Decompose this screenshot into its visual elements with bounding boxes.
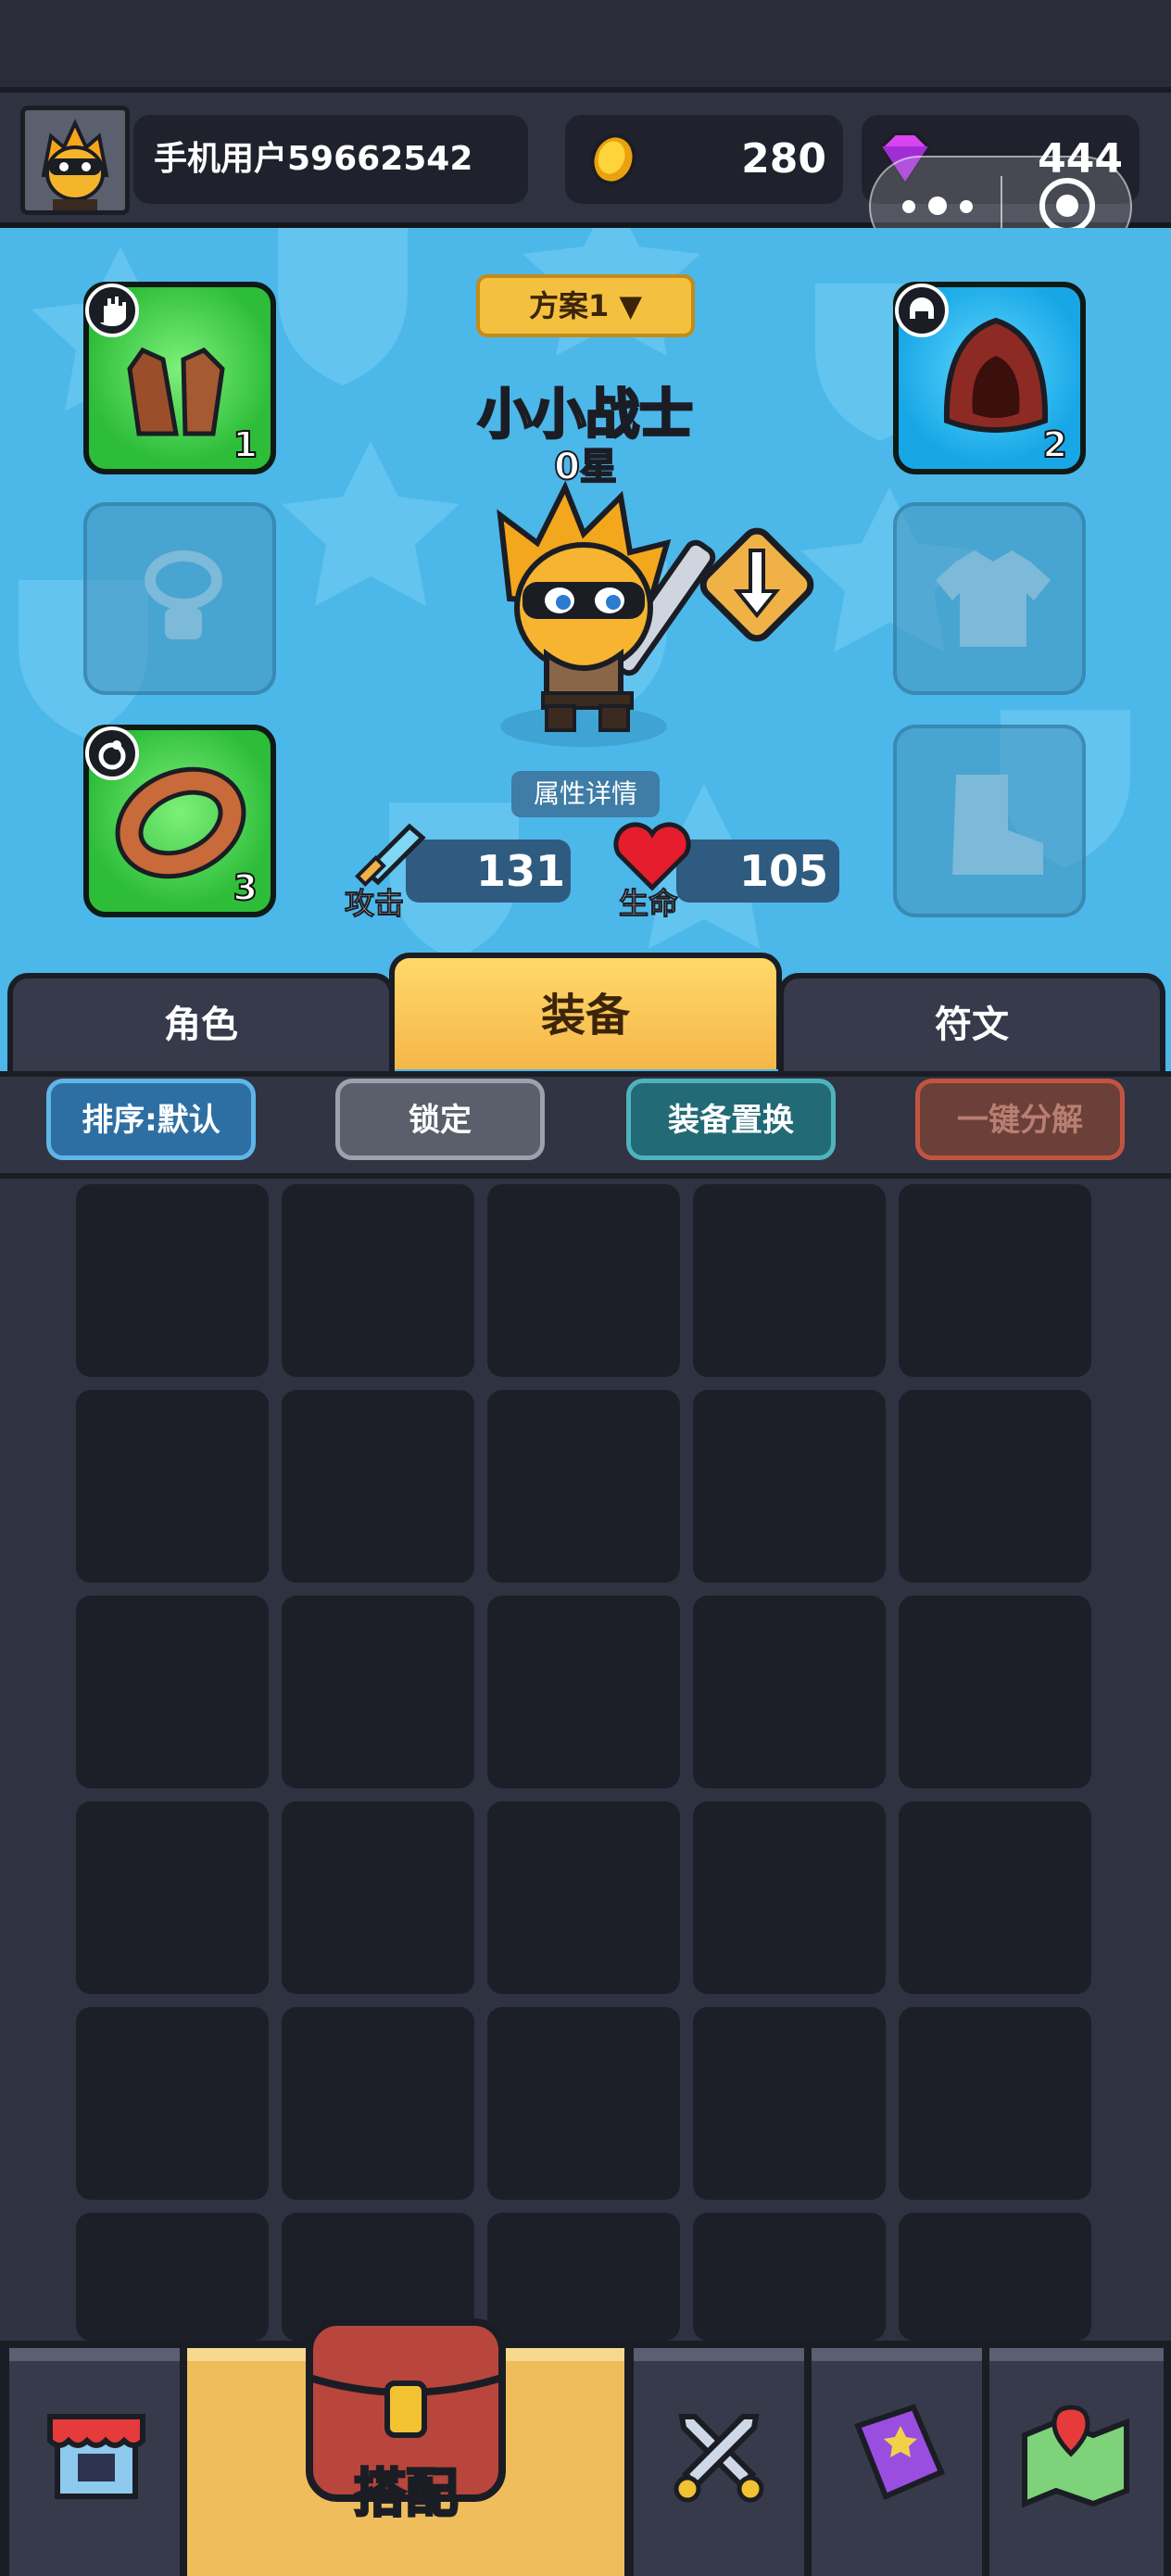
hood-count: 2 <box>1042 423 1068 466</box>
inventory-slot[interactable] <box>76 1801 269 1994</box>
plan-selector[interactable]: 方案1 ▼ <box>476 274 695 337</box>
inventory-slot[interactable] <box>487 1184 680 1377</box>
tab-equipment[interactable]: 装备 <box>389 953 782 1069</box>
boots-slot[interactable] <box>893 725 1086 917</box>
inventory-slot[interactable] <box>693 1596 886 1788</box>
inventory-slot[interactable] <box>76 2007 269 2200</box>
necklace-slot[interactable] <box>83 502 276 695</box>
weapon-slot[interactable] <box>687 515 826 654</box>
inventory-slot[interactable] <box>76 2213 269 2341</box>
more-dot-icon[interactable] <box>902 200 915 213</box>
crossed-swords-icon <box>674 2414 764 2503</box>
inventory-slot[interactable] <box>487 2007 680 2200</box>
tab-role[interactable]: 角色 <box>7 973 395 1071</box>
gloves-slot[interactable]: 1 <box>83 282 276 474</box>
nav-map[interactable] <box>989 2348 1164 2576</box>
inventory-slot[interactable] <box>899 1596 1091 1788</box>
hero-name: 小小战士 <box>476 382 694 448</box>
armor-slot[interactable] <box>893 502 1086 695</box>
shop-icon <box>47 2414 145 2499</box>
hero-avatar-icon <box>25 110 125 210</box>
inventory-slot[interactable] <box>899 2213 1091 2341</box>
inventory-slot[interactable] <box>693 2213 886 2341</box>
ring-slot[interactable]: 3 <box>83 725 276 917</box>
tab-runes[interactable]: 符文 <box>778 973 1165 1071</box>
nav-shop[interactable] <box>9 2348 180 2576</box>
player-avatar[interactable] <box>20 106 130 215</box>
leather-gloves-icon <box>127 347 225 436</box>
attribute-details-button[interactable]: 属性详情 <box>511 771 660 817</box>
helmet-slot[interactable]: 2 <box>893 282 1086 474</box>
necklace-placeholder-icon <box>145 550 222 639</box>
close-miniprogram-icon[interactable] <box>1039 178 1095 234</box>
inventory-slot[interactable] <box>899 2007 1091 2200</box>
gold-coin-icon <box>590 133 636 185</box>
inventory-slot[interactable] <box>282 1801 474 1994</box>
spellbook-icon <box>854 2404 945 2500</box>
gold-amount: 280 <box>741 135 826 183</box>
nav-battle[interactable] <box>634 2348 804 2576</box>
inventory-slot[interactable] <box>693 2007 886 2200</box>
inventory-slot[interactable] <box>282 2007 474 2200</box>
inventory-slot[interactable] <box>899 1390 1091 1583</box>
inventory-slot[interactable] <box>282 1184 474 1377</box>
attack-label: 攻击 <box>344 886 405 922</box>
equipment-swap-button[interactable]: 装备置换 <box>626 1079 836 1160</box>
more-dot-icon[interactable] <box>960 200 973 213</box>
lock-button[interactable]: 锁定 <box>335 1079 545 1160</box>
gloves-count: 1 <box>233 423 258 466</box>
inventory-slot[interactable] <box>282 1596 474 1788</box>
inventory-slot[interactable] <box>282 1390 474 1583</box>
inventory-slot[interactable] <box>693 1801 886 1994</box>
inventory-slot[interactable] <box>487 1801 680 1994</box>
inventory-slot[interactable] <box>76 1390 269 1583</box>
inventory-slot[interactable] <box>76 1184 269 1377</box>
dismantle-all-button[interactable]: 一键分解 <box>915 1079 1125 1160</box>
boots-placeholder-icon <box>952 775 1043 875</box>
username: 手机用户59662542 <box>154 140 473 178</box>
sort-button[interactable]: 排序:默认 <box>46 1079 256 1160</box>
inventory-slot[interactable] <box>899 1801 1091 1994</box>
attack-value: 131 <box>475 846 565 896</box>
more-dot-icon[interactable] <box>928 196 947 215</box>
bronze-ring-icon <box>115 766 246 879</box>
inventory-slot[interactable] <box>487 1596 680 1788</box>
hp-value: 105 <box>738 846 828 896</box>
nav-codex[interactable] <box>812 2348 982 2576</box>
hp-label: 生命 <box>618 886 679 922</box>
inventory-slot[interactable] <box>487 2213 680 2341</box>
inventory-slot[interactable] <box>693 1390 886 1583</box>
top-status-bar <box>0 0 1171 93</box>
inventory-slot[interactable] <box>693 1184 886 1377</box>
ring-count: 3 <box>233 866 258 909</box>
inventory-slot[interactable] <box>899 1184 1091 1377</box>
inventory-slot[interactable] <box>76 1596 269 1788</box>
nav-loadout-label: 搭配 <box>353 2463 460 2525</box>
armor-placeholder-icon <box>936 550 1051 647</box>
map-icon <box>1022 2405 1129 2508</box>
inventory-slot[interactable] <box>487 1390 680 1583</box>
